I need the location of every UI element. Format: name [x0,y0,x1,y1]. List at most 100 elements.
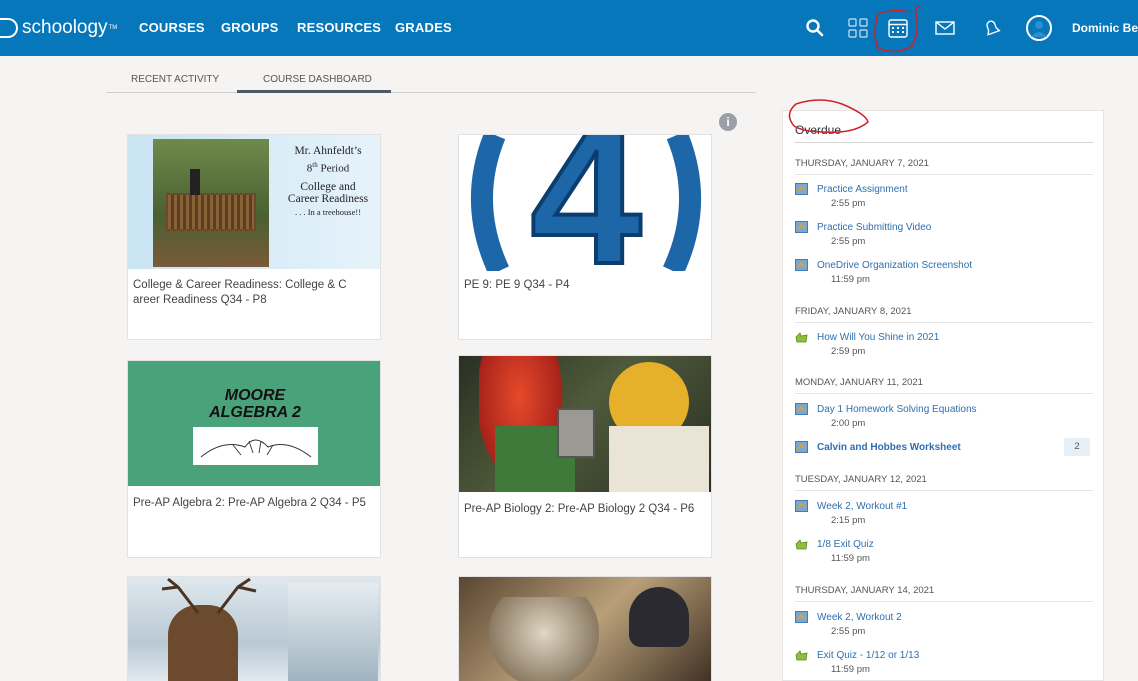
date-divider [795,490,1093,491]
course-card-algebra2[interactable]: MOORE ALGEBRA 2 Pre-AP Algebra 2: Pre-AP… [127,360,381,558]
user-name[interactable]: Dominic Bette [1072,21,1138,35]
assignment-icon [795,500,808,512]
overdue-item[interactable]: Exit Quiz - 1/12 or 1/13 11:59 pm [795,649,1095,679]
course-title[interactable]: PE 9: PE 9 Q34 - P4 [464,278,704,293]
nav-grades[interactable]: GRADES [395,20,452,35]
logo-trademark: TM [108,25,118,31]
item-time: 2:15 pm [831,515,866,526]
item-label[interactable]: OneDrive Organization Screenshot [817,260,972,271]
assessment-icon [795,650,808,661]
item-time: 11:59 pm [831,274,870,285]
course-title[interactable]: College & Career Readiness: College & C … [133,278,373,308]
item-label[interactable]: Exit Quiz - 1/12 or 1/13 [817,650,919,661]
nav-groups[interactable]: GROUPS [221,20,279,35]
item-time: 2:00 pm [831,418,866,429]
item-time: 2:55 pm [831,626,866,637]
item-time: 2:59 pm [831,346,866,357]
assignment-icon [795,183,808,195]
date-divider [795,322,1093,323]
heading-divider [795,142,1093,143]
tab-recent-activity[interactable]: RECENT ACTIVITY [131,74,219,85]
overdue-item[interactable]: Day 1 Homework Solving Equations 2:00 pm [795,403,1095,433]
overdue-heading: Overdue [795,123,842,137]
course-card-biology2[interactable]: Pre-AP Biology 2: Pre-AP Biology 2 Q34 -… [458,355,712,558]
course-title[interactable]: Pre-AP Biology 2: Pre-AP Biology 2 Q34 -… [464,502,704,517]
course-image-treehouse: Mr. Ahnfeldt’s 8th Period College and Ca… [128,135,380,269]
image-line-algebra: ALGEBRA 2 [209,404,301,421]
date-header: FRIDAY, JANUARY 8, 2021 [795,306,912,317]
numeral-four: 4 [528,135,643,271]
date-divider [795,393,1093,394]
assessment-icon [795,332,808,343]
item-label[interactable]: Practice Submitting Video [817,222,931,233]
date-divider [795,601,1093,602]
schoology-logo[interactable]: schoology TM [0,17,117,39]
course-image-muppets [459,356,711,492]
item-label[interactable]: How Will You Shine in 2021 [817,332,939,343]
date-header: THURSDAY, JANUARY 7, 2021 [795,158,929,169]
image-line-moore: MOORE [224,387,286,404]
overdue-item[interactable]: 1/8 Exit Quiz 11:59 pm [795,538,1095,568]
assessment-icon [795,539,808,550]
search-icon[interactable] [803,16,827,40]
overdue-item[interactable]: How Will You Shine in 2021 2:59 pm [795,331,1095,361]
item-time: 11:59 pm [831,553,870,564]
logo-mark-icon [0,18,18,38]
item-time: 11:59 pm [831,664,870,675]
course-title[interactable]: Pre-AP Algebra 2: Pre-AP Algebra 2 Q34 -… [133,496,373,511]
course-card-pe9[interactable]: 4 PE 9: PE 9 Q34 - P4 [458,134,712,340]
messages-icon[interactable] [933,16,957,40]
overdue-item[interactable]: Practice Assignment 2:55 pm [795,183,1095,213]
assignment-icon [795,441,808,453]
course-card-napoleon[interactable] [458,576,712,681]
calendar-icon[interactable] [886,16,910,40]
overdue-item[interactable]: Practice Submitting Video 2:55 pm [795,221,1095,251]
assignment-icon [795,221,808,233]
user-silhouette-icon [1031,21,1047,37]
overdue-item[interactable]: Week 2, Workout 2 2:55 pm [795,611,1095,641]
item-time: 2:55 pm [831,198,866,209]
notifications-bell-icon[interactable] [980,16,1004,40]
item-label[interactable]: Calvin and Hobbes Worksheet [817,442,961,453]
date-header: MONDAY, JANUARY 11, 2021 [795,377,923,388]
handshake-sketch [193,427,318,465]
image-line-treehouse: . . . In a treehouse!! [294,206,362,217]
course-image-moore-algebra: MOORE ALGEBRA 2 [128,361,380,486]
overdue-item[interactable]: OneDrive Organization Screenshot 11:59 p… [795,259,1095,289]
overdue-item[interactable]: Week 2, Workout #1 2:15 pm [795,500,1095,530]
item-label[interactable]: Day 1 Homework Solving Equations [817,404,977,415]
overdue-panel: Overdue THURSDAY, JANUARY 7, 2021 Practi… [782,110,1104,681]
assignment-icon [795,403,808,415]
submission-count-badge: 2 [1064,438,1090,456]
image-line-period: 8th Period [306,161,350,175]
course-image-elk [128,577,380,681]
apps-grid-icon[interactable] [846,16,870,40]
tab-course-dashboard[interactable]: COURSE DASHBOARD [263,74,372,85]
image-line-career: Career Readiness [287,192,369,205]
course-card-elk[interactable] [127,576,381,681]
item-label[interactable]: Practice Assignment [817,184,908,195]
item-label[interactable]: 1/8 Exit Quiz [817,539,874,550]
image-line-college: College and [300,180,356,193]
top-navigation-bar: schoology TM COURSES GROUPS RESOURCES GRA… [0,0,1138,56]
help-info-icon[interactable]: i [719,113,737,131]
course-image-four: 4 [459,135,711,271]
image-line-teacher: Mr. Ahnfeldt’s [294,145,362,157]
date-header: TUESDAY, JANUARY 12, 2021 [795,474,927,485]
course-image-painting [459,577,711,681]
overdue-item[interactable]: Calvin and Hobbes Worksheet [795,441,1095,471]
active-tab-indicator [237,90,391,93]
avatar[interactable] [1026,15,1052,41]
date-divider [795,174,1093,175]
nav-courses[interactable]: COURSES [139,20,205,35]
date-header: THURSDAY, JANUARY 14, 2021 [795,585,935,596]
nav-resources[interactable]: RESOURCES [297,20,381,35]
item-label[interactable]: Week 2, Workout #1 [817,501,907,512]
item-label[interactable]: Week 2, Workout 2 [817,612,902,623]
course-card-college-career[interactable]: Mr. Ahnfeldt’s 8th Period College and Ca… [127,134,381,340]
logo-text: schoology [22,17,108,38]
assignment-icon [795,611,808,623]
item-time: 2:55 pm [831,236,866,247]
dashboard-tabs: RECENT ACTIVITY COURSE DASHBOARD [106,66,756,93]
assignment-icon [795,259,808,271]
